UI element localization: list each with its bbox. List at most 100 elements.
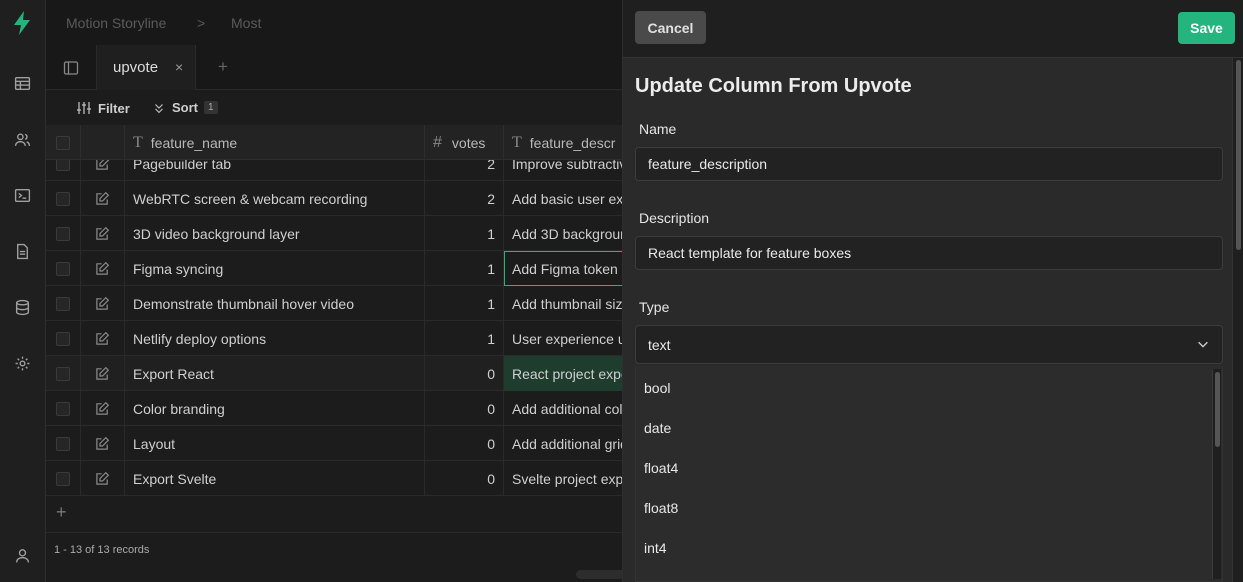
type-option[interactable]: float8 bbox=[644, 500, 678, 516]
cell-feature-description[interactable]: React project expo bbox=[504, 356, 636, 391]
edit-row-icon[interactable] bbox=[95, 436, 110, 451]
edit-row-icon[interactable] bbox=[95, 261, 110, 276]
row-select[interactable] bbox=[46, 216, 81, 251]
column-header-feature-description[interactable]: T feature_descr bbox=[504, 125, 636, 160]
row-expand[interactable] bbox=[81, 216, 125, 251]
row-checkbox[interactable] bbox=[56, 401, 70, 416]
cell-feature-name[interactable]: Figma syncing bbox=[125, 251, 425, 286]
name-field[interactable]: feature_description bbox=[635, 147, 1223, 181]
row-expand[interactable] bbox=[81, 181, 125, 216]
row-checkbox[interactable] bbox=[56, 191, 70, 206]
row-select[interactable] bbox=[46, 461, 81, 496]
panel-scrollbar[interactable] bbox=[1232, 58, 1243, 582]
tab-upvote[interactable]: upvote × bbox=[96, 45, 196, 90]
row-checkbox[interactable] bbox=[56, 226, 70, 241]
table-row[interactable]: Demonstrate thumbnail hover video 1 Add th… bbox=[46, 286, 636, 321]
cell-feature-name[interactable]: Layout bbox=[125, 426, 425, 461]
edit-row-icon[interactable] bbox=[95, 226, 110, 241]
cell-feature-name[interactable]: Color branding bbox=[125, 391, 425, 426]
cell-feature-description[interactable]: Add Figma token in bbox=[504, 251, 636, 286]
cell-feature-description[interactable]: Svelte project expo bbox=[504, 461, 636, 496]
table-row[interactable]: Export React 0 React project expo bbox=[46, 356, 636, 391]
cell-feature-name[interactable]: Export Svelte bbox=[125, 461, 425, 496]
cancel-button[interactable]: Cancel bbox=[635, 11, 706, 44]
row-checkbox[interactable] bbox=[56, 366, 70, 381]
panel-scrollbar-thumb[interactable] bbox=[1236, 60, 1241, 250]
breadcrumb-project[interactable]: Motion Storyline bbox=[66, 15, 166, 31]
column-header-feature-name[interactable]: T feature_name bbox=[125, 125, 425, 160]
cell-feature-description[interactable]: Add additional grid bbox=[504, 426, 636, 461]
cell-feature-description[interactable]: Add additional colo bbox=[504, 391, 636, 426]
type-option[interactable]: bool bbox=[644, 380, 670, 396]
row-select[interactable] bbox=[46, 356, 81, 391]
cell-votes[interactable]: 1 bbox=[425, 321, 504, 356]
add-tab-button[interactable]: + bbox=[218, 57, 228, 77]
type-select[interactable]: text bbox=[635, 325, 1223, 364]
edit-row-icon[interactable] bbox=[95, 331, 110, 346]
edit-row-icon[interactable] bbox=[95, 296, 110, 311]
row-select[interactable] bbox=[46, 251, 81, 286]
type-option[interactable]: float4 bbox=[644, 460, 678, 476]
row-select[interactable] bbox=[46, 321, 81, 356]
cell-votes[interactable]: 0 bbox=[425, 356, 504, 391]
document-icon[interactable] bbox=[11, 240, 33, 262]
table-row[interactable]: Color branding 0 Add additional colo bbox=[46, 391, 636, 426]
edit-row-icon[interactable] bbox=[95, 366, 110, 381]
column-header-votes[interactable]: # votes bbox=[425, 125, 504, 160]
row-expand[interactable] bbox=[81, 356, 125, 391]
cell-feature-description[interactable]: Add thumbnail size bbox=[504, 286, 636, 321]
cell-feature-name[interactable]: Netlify deploy options bbox=[125, 321, 425, 356]
description-field[interactable]: React template for feature boxes bbox=[635, 236, 1223, 270]
table-editor-icon[interactable] bbox=[11, 72, 33, 94]
add-row-button[interactable]: + bbox=[56, 502, 67, 523]
edit-row-icon[interactable] bbox=[95, 191, 110, 206]
row-checkbox[interactable] bbox=[56, 296, 70, 311]
row-expand[interactable] bbox=[81, 321, 125, 356]
sort-button[interactable]: Sort 1 bbox=[152, 100, 218, 115]
table-row[interactable]: WebRTC screen & webcam recording 2 Add bas… bbox=[46, 181, 636, 216]
cell-feature-description[interactable]: Add 3D backgroun bbox=[504, 216, 636, 251]
logo-bolt-icon[interactable] bbox=[11, 11, 33, 35]
row-select[interactable] bbox=[46, 426, 81, 461]
row-checkbox[interactable] bbox=[56, 261, 70, 276]
terminal-icon[interactable] bbox=[11, 184, 33, 206]
table-row[interactable]: Netlify deploy options 1 User experience u… bbox=[46, 321, 636, 356]
breadcrumb-page[interactable]: Most bbox=[231, 15, 261, 31]
table-row[interactable]: 3D video background layer 1 Add 3D backgro… bbox=[46, 216, 636, 251]
select-all-checkbox[interactable] bbox=[56, 135, 70, 150]
edit-row-icon[interactable] bbox=[95, 471, 110, 486]
header-select-all[interactable] bbox=[46, 125, 81, 160]
cell-feature-description[interactable]: Add basic user exp bbox=[504, 181, 636, 216]
cell-votes[interactable]: 0 bbox=[425, 461, 504, 496]
database-icon[interactable] bbox=[11, 296, 33, 318]
table-row[interactable]: Figma syncing 1 Add Figma token in bbox=[46, 251, 636, 286]
row-select[interactable] bbox=[46, 391, 81, 426]
cell-votes[interactable]: 1 bbox=[425, 216, 504, 251]
cell-feature-name[interactable]: 3D video background layer bbox=[125, 216, 425, 251]
row-select[interactable] bbox=[46, 286, 81, 321]
row-expand[interactable] bbox=[81, 251, 125, 286]
cell-feature-name[interactable]: Export React bbox=[125, 356, 425, 391]
cell-feature-name[interactable]: WebRTC screen & webcam recording bbox=[125, 181, 425, 216]
cell-votes[interactable]: 0 bbox=[425, 426, 504, 461]
type-option[interactable]: int4 bbox=[644, 540, 667, 556]
save-button[interactable]: Save bbox=[1178, 12, 1235, 44]
row-checkbox[interactable] bbox=[56, 471, 70, 486]
cell-feature-name[interactable]: Demonstrate thumbnail hover video bbox=[125, 286, 425, 321]
row-select[interactable] bbox=[46, 181, 81, 216]
options-scrollbar[interactable] bbox=[1212, 369, 1221, 579]
row-checkbox[interactable] bbox=[56, 436, 70, 451]
edit-row-icon[interactable] bbox=[95, 401, 110, 416]
table-row[interactable]: Export Svelte 0 Svelte project expo bbox=[46, 461, 636, 496]
sidebar-toggle-icon[interactable] bbox=[63, 60, 79, 76]
cell-feature-description[interactable]: User experience up bbox=[504, 321, 636, 356]
table-row[interactable]: Layout 0 Add additional grid bbox=[46, 426, 636, 461]
settings-gear-icon[interactable] bbox=[11, 352, 33, 374]
cell-votes[interactable]: 1 bbox=[425, 286, 504, 321]
options-scrollbar-thumb[interactable] bbox=[1215, 372, 1220, 447]
tab-close-icon[interactable]: × bbox=[175, 59, 183, 75]
row-expand[interactable] bbox=[81, 461, 125, 496]
row-expand[interactable] bbox=[81, 426, 125, 461]
row-checkbox[interactable] bbox=[56, 331, 70, 346]
type-option[interactable]: date bbox=[644, 420, 671, 436]
